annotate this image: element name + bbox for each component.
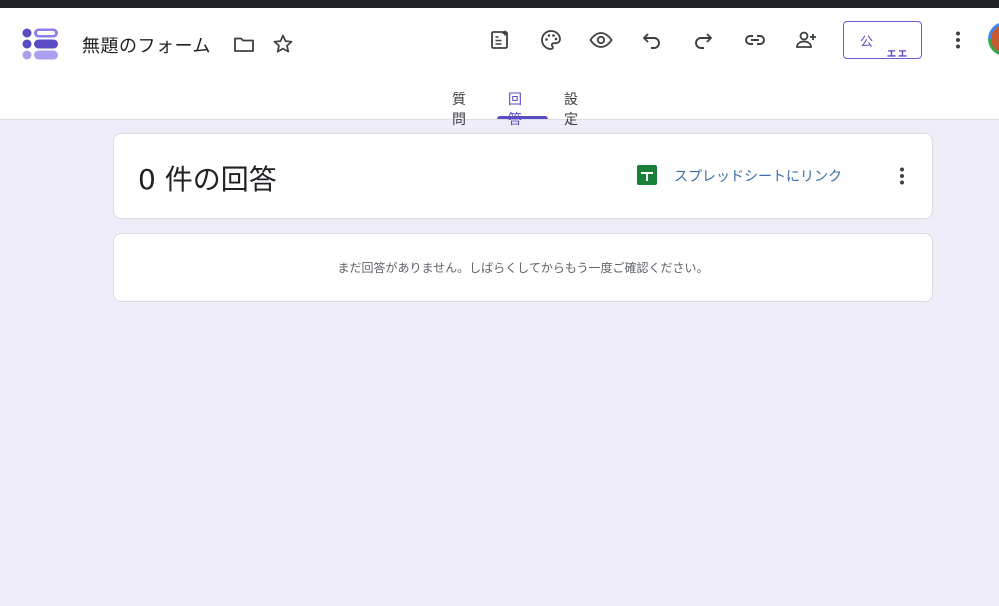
link-to-sheets-button[interactable]: スプレッドシートにリンク [674, 166, 842, 186]
tab-responses[interactable]: 回答 [508, 90, 522, 128]
active-tab-indicator [497, 116, 548, 119]
link-icon [745, 35, 765, 45]
publish-button[interactable]: 公 ェェ [843, 21, 922, 59]
more-options-button[interactable] [942, 24, 974, 56]
undo-button[interactable] [636, 24, 668, 56]
palette-icon [541, 30, 561, 50]
theme-button[interactable] [535, 24, 567, 56]
publish-label: 公 [860, 35, 874, 50]
tab-questions[interactable]: 質問 [452, 90, 466, 128]
form-title[interactable]: 無題のフォーム [82, 32, 211, 58]
ai-summary-button[interactable] [484, 24, 516, 56]
responses-summary-card: 0 件の回答 スプレッドシートにリンク [113, 133, 933, 219]
preview-eye-icon [589, 32, 613, 48]
google-sheets-icon[interactable] [637, 165, 657, 185]
star-icon [273, 34, 293, 53]
tab-settings[interactable]: 設定 [564, 90, 578, 128]
add-collaborator-icon [796, 31, 816, 48]
star-button[interactable] [267, 28, 299, 60]
no-responses-card: まだ回答がありません。しばらくしてからもう一度ご確認ください。 [113, 233, 933, 302]
undo-icon [643, 33, 660, 49]
redo-icon [695, 33, 712, 49]
preview-button[interactable] [585, 24, 617, 56]
add-collaborator-button[interactable] [790, 24, 822, 56]
app-header: 無題のフォーム 公 ェェ 質問 回答 設定 [0, 8, 999, 128]
move-to-folder-button[interactable] [228, 28, 260, 60]
folder-icon [234, 37, 254, 52]
ai-summary-icon [491, 30, 509, 49]
redo-button[interactable] [687, 24, 719, 56]
publish-partial-label: ェェ [886, 46, 908, 59]
account-avatar[interactable] [988, 22, 999, 56]
response-count: 0 件の回答 [138, 163, 277, 196]
top-system-bar [0, 0, 999, 8]
more-vert-icon [956, 31, 960, 49]
responses-more-button[interactable] [886, 160, 918, 192]
more-vert-icon [900, 167, 904, 185]
copy-link-button[interactable] [739, 24, 771, 56]
empty-responses-message: まだ回答がありません。しばらくしてからもう一度ご確認ください。 [337, 261, 709, 275]
forms-logo-icon[interactable] [22, 28, 60, 60]
